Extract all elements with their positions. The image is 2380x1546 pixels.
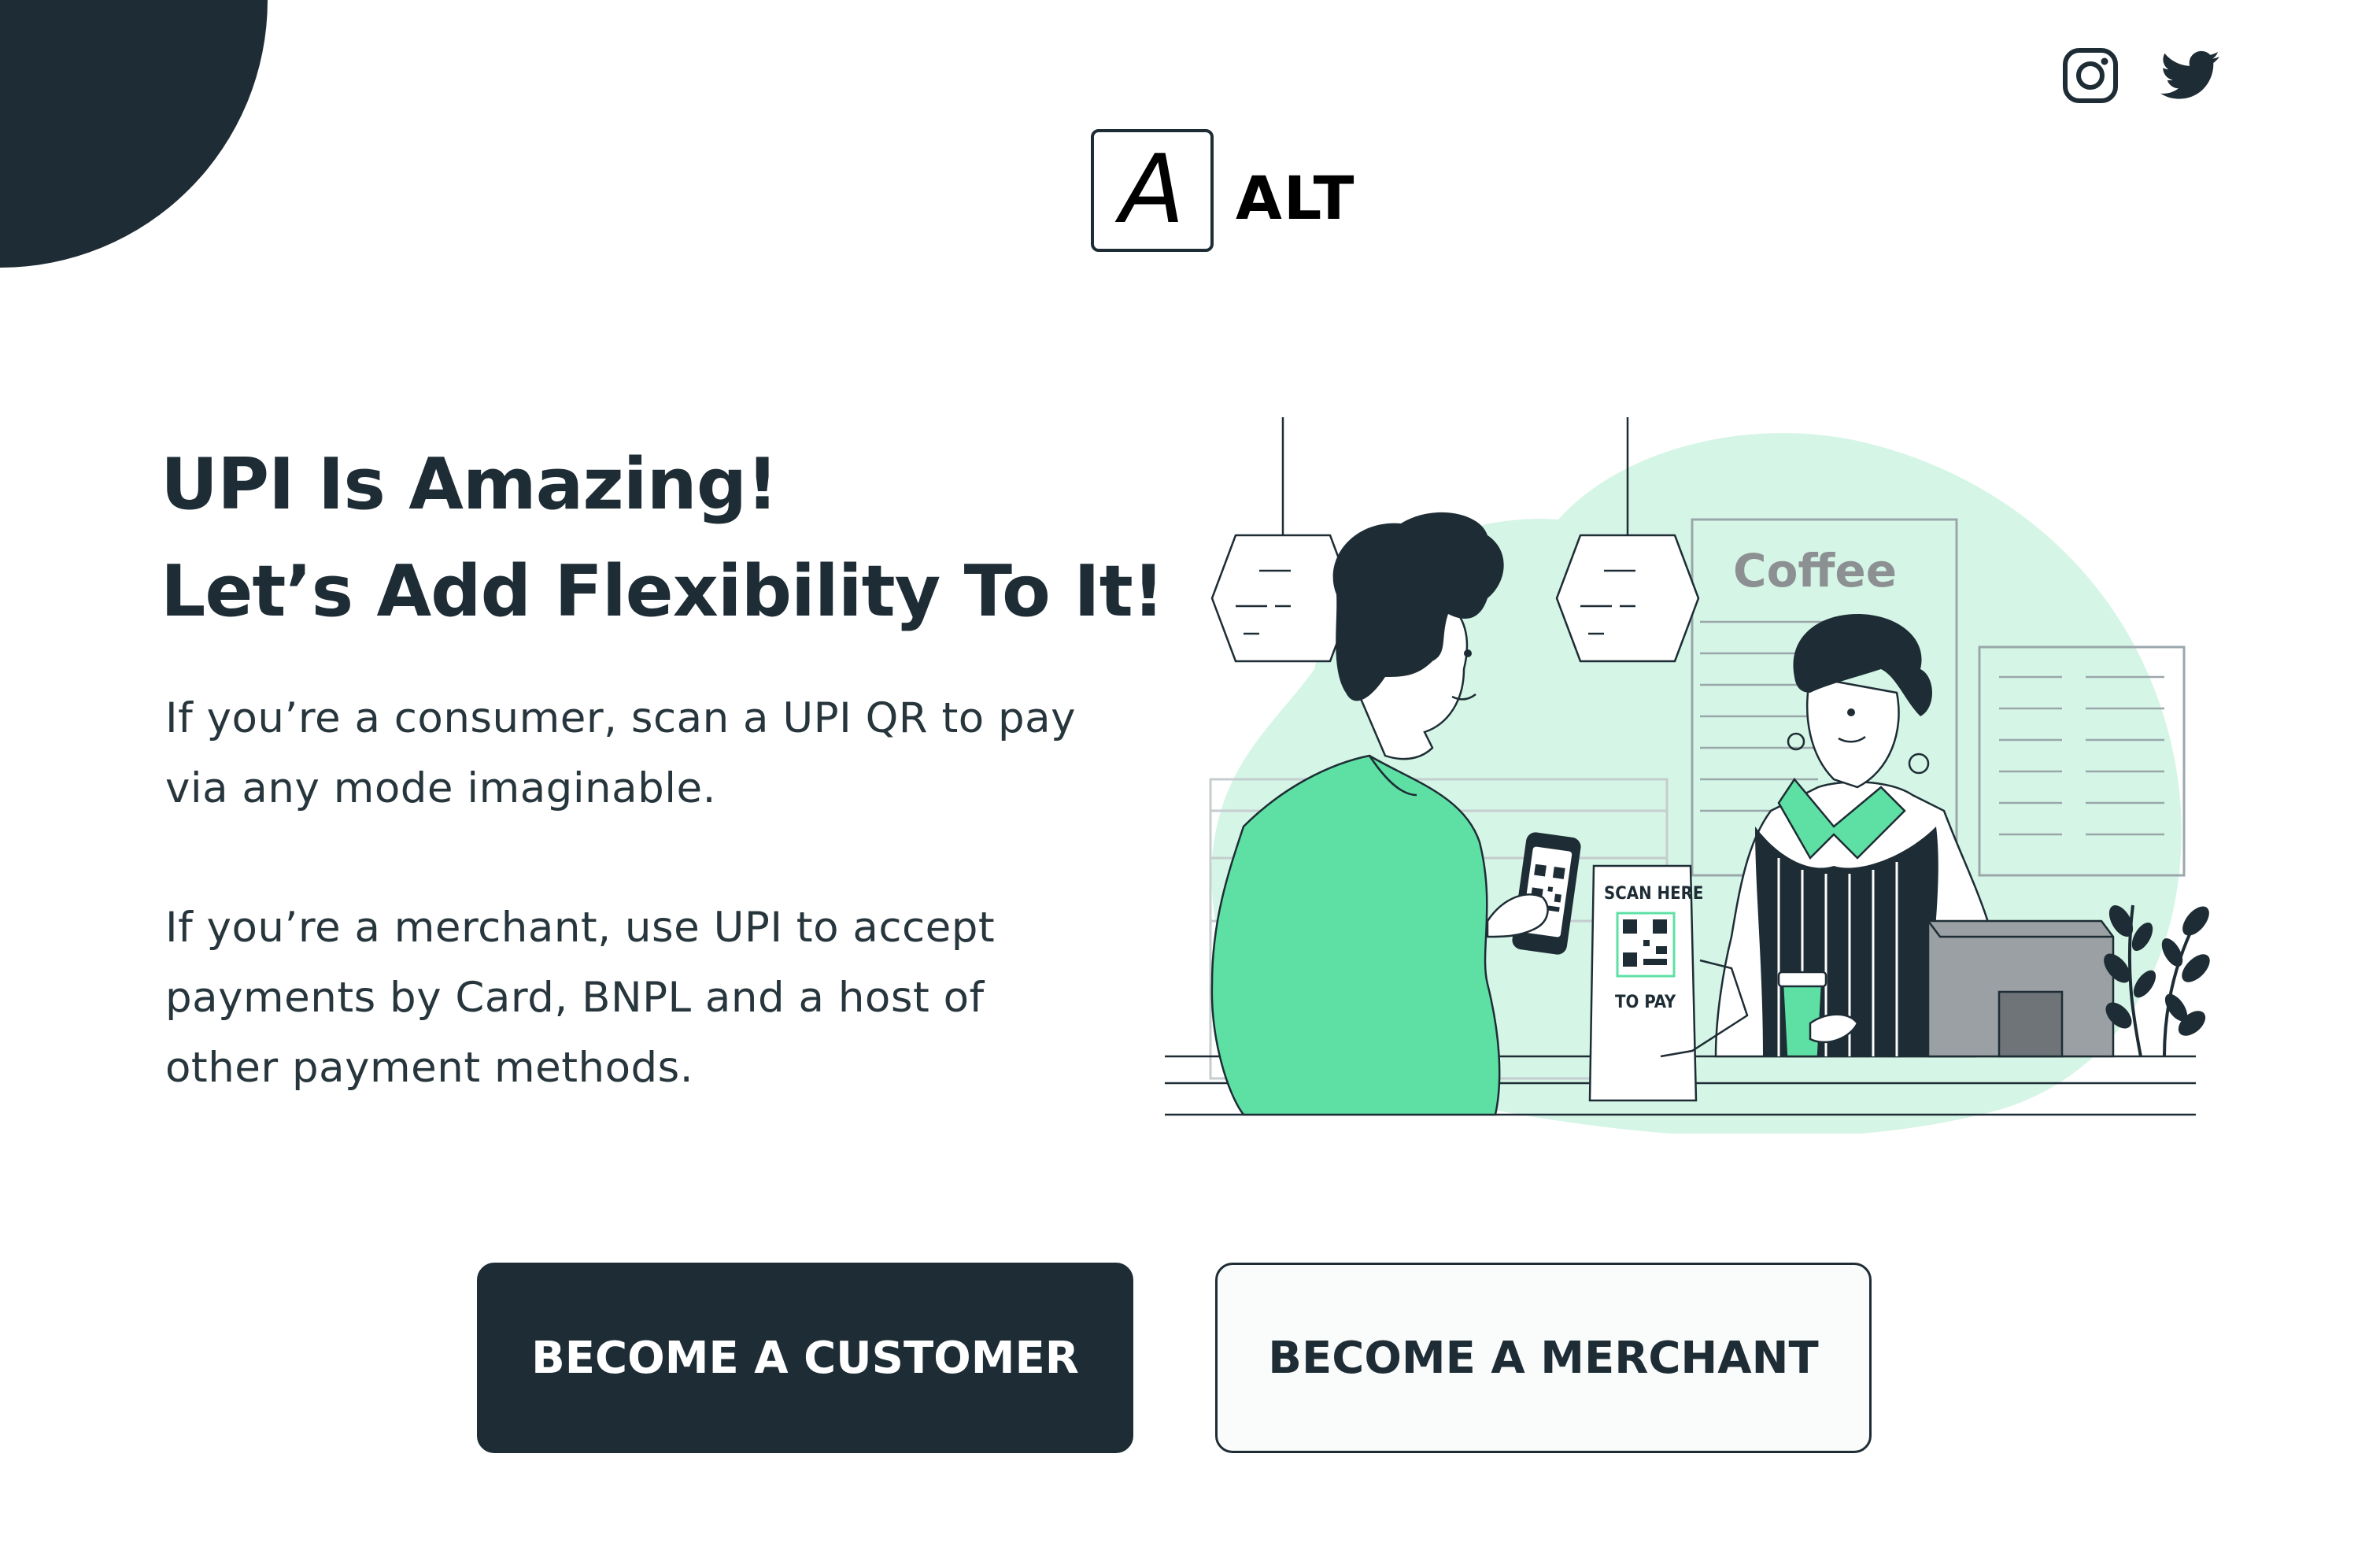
become-merchant-button[interactable]: BECOME A MERCHANT [1215, 1263, 1872, 1453]
landing-page: A ALT UPI Is Amazing! Let’s Add Flexibil… [0, 0, 2380, 1546]
instagram-icon [2063, 48, 2118, 103]
qr-sign: SCAN HERE TO PAY [1588, 864, 1703, 1102]
social-links [2059, 44, 2223, 107]
pendant-lamp [1210, 417, 1355, 663]
hero-title-line2: Let’s Add Flexibility To It! [161, 550, 1165, 633]
twitter-link[interactable] [2160, 44, 2223, 107]
hero-description: If you’re a consumer, scan a UPI QR to p… [165, 683, 1094, 1103]
hero-heading: UPI Is Amazing! Let’s Add Flexibility To… [161, 431, 1165, 645]
corner-decoration [0, 0, 268, 268]
cash-register [1927, 919, 2115, 1058]
brand-name: ALT [1236, 163, 1356, 233]
become-customer-button[interactable]: BECOME A CUSTOMER [477, 1263, 1133, 1453]
hero-title-line1: UPI Is Amazing! [161, 443, 778, 526]
payment-scene-illustration: Coffee SCAN HERE TO PAY [1165, 417, 2210, 1134]
qr-sign-bottom: TO PAY [1615, 993, 1676, 1012]
instagram-link[interactable] [2059, 44, 2122, 107]
qr-sign-top: SCAN HERE [1604, 884, 1703, 904]
coffee-shop-illustration: Coffee SCAN HERE TO PAY [1149, 417, 2219, 1134]
brand-logo[interactable]: A ALT [1091, 129, 1356, 252]
menu-board-title: Coffee [1733, 544, 1897, 597]
twitter-icon [2160, 50, 2219, 99]
merchant-description: If you’re a merchant, use UPI to accept … [165, 904, 996, 1092]
consumer-description: If you’re a consumer, scan a UPI QR to p… [165, 694, 1077, 812]
logo-mark: A [1091, 129, 1214, 252]
cta-row: BECOME A CUSTOMER BECOME A MERCHANT [0, 1263, 2380, 1453]
